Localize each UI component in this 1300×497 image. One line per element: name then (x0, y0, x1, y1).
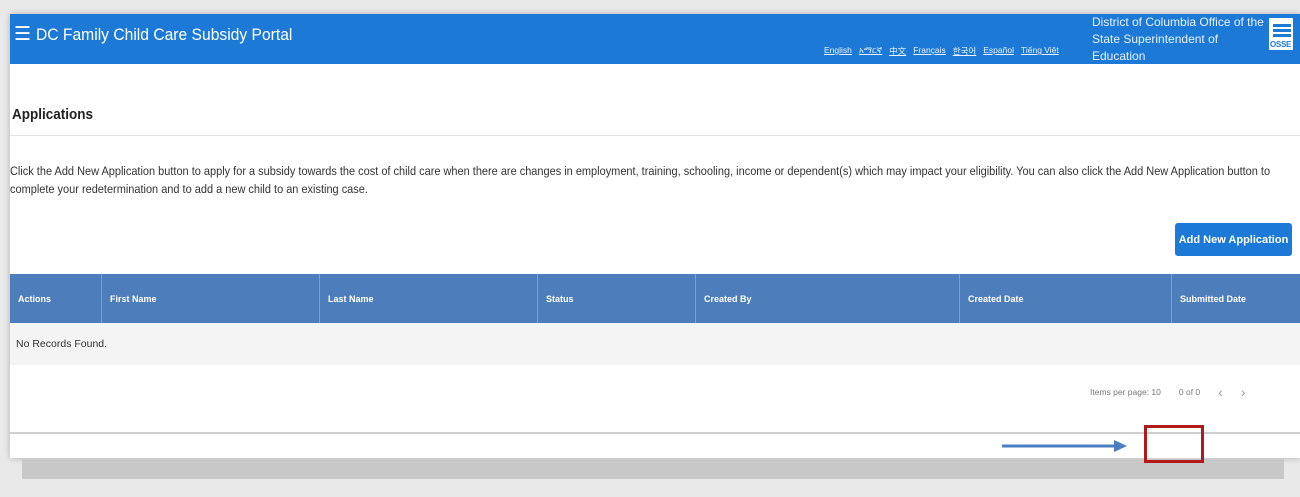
language-link-french[interactable]: Français (913, 45, 946, 57)
page-range-label: 0 of 0 (1178, 387, 1201, 397)
top-bar: ☰ DC Family Child Care Subsidy Portal En… (10, 14, 1300, 64)
app-title: DC Family Child Care Subsidy Portal (36, 25, 293, 44)
column-header-first-name[interactable]: First Name (102, 274, 320, 323)
title-divider (10, 135, 1300, 136)
empty-state-row: No Records Found. (10, 323, 1300, 365)
paginator: Items per page: 10 0 of 0 ‹ › (1090, 384, 1264, 400)
language-link-vietnamese[interactable]: Tiếng Việt (1021, 45, 1059, 57)
bottom-divider (10, 432, 1300, 434)
language-link-english[interactable]: English (824, 45, 852, 57)
bottom-shadow-strip (22, 459, 1284, 479)
language-link-korean[interactable]: 한국어 (953, 45, 976, 57)
language-link-chinese[interactable]: 中文 (889, 45, 906, 57)
column-header-submitted-date[interactable]: Submitted Date (1172, 274, 1300, 323)
language-link-amharic[interactable]: አማርኛ (859, 45, 882, 57)
chevron-right-icon[interactable]: › (1241, 384, 1246, 400)
intro-text: Click the Add New Application button to … (10, 164, 1271, 196)
agency-line-1: District of Columbia Office of the (1092, 15, 1264, 29)
chevron-left-icon[interactable]: ‹ (1218, 384, 1223, 400)
logo-bars-icon (1273, 24, 1291, 38)
app-window: ☰ DC Family Child Care Subsidy Portal En… (10, 14, 1300, 458)
hamburger-icon[interactable]: ☰ (14, 25, 31, 45)
agency-line-2: State Superintendent of Education (1092, 32, 1219, 63)
column-header-status[interactable]: Status (538, 274, 696, 323)
add-new-application-button[interactable]: Add New Application (1175, 223, 1292, 256)
column-header-actions[interactable]: Actions (10, 274, 102, 323)
agency-name: District of Columbia Office of the State… (1092, 14, 1267, 65)
column-header-created-date[interactable]: Created Date (960, 274, 1172, 323)
column-header-created-by[interactable]: Created By (696, 274, 960, 323)
table-header: Actions First Name Last Name Status Crea… (10, 274, 1300, 323)
page-title: Applications (12, 106, 94, 123)
language-link-spanish[interactable]: Español (983, 45, 1014, 57)
items-per-page-select[interactable]: Items per page: 10 (1090, 387, 1161, 397)
logo-text: OSSE (1270, 40, 1292, 49)
osse-logo: OSSE (1267, 16, 1295, 52)
annotation-arrow-icon (1002, 440, 1127, 452)
empty-state-text: No Records Found. (16, 338, 108, 350)
applications-table: Actions First Name Last Name Status Crea… (10, 274, 1300, 365)
language-links: English አማርኛ 中文 Français 한국어 Español Tiế… (824, 45, 1059, 57)
annotation-highlight-box (1144, 425, 1204, 463)
column-header-last-name[interactable]: Last Name (320, 274, 538, 323)
